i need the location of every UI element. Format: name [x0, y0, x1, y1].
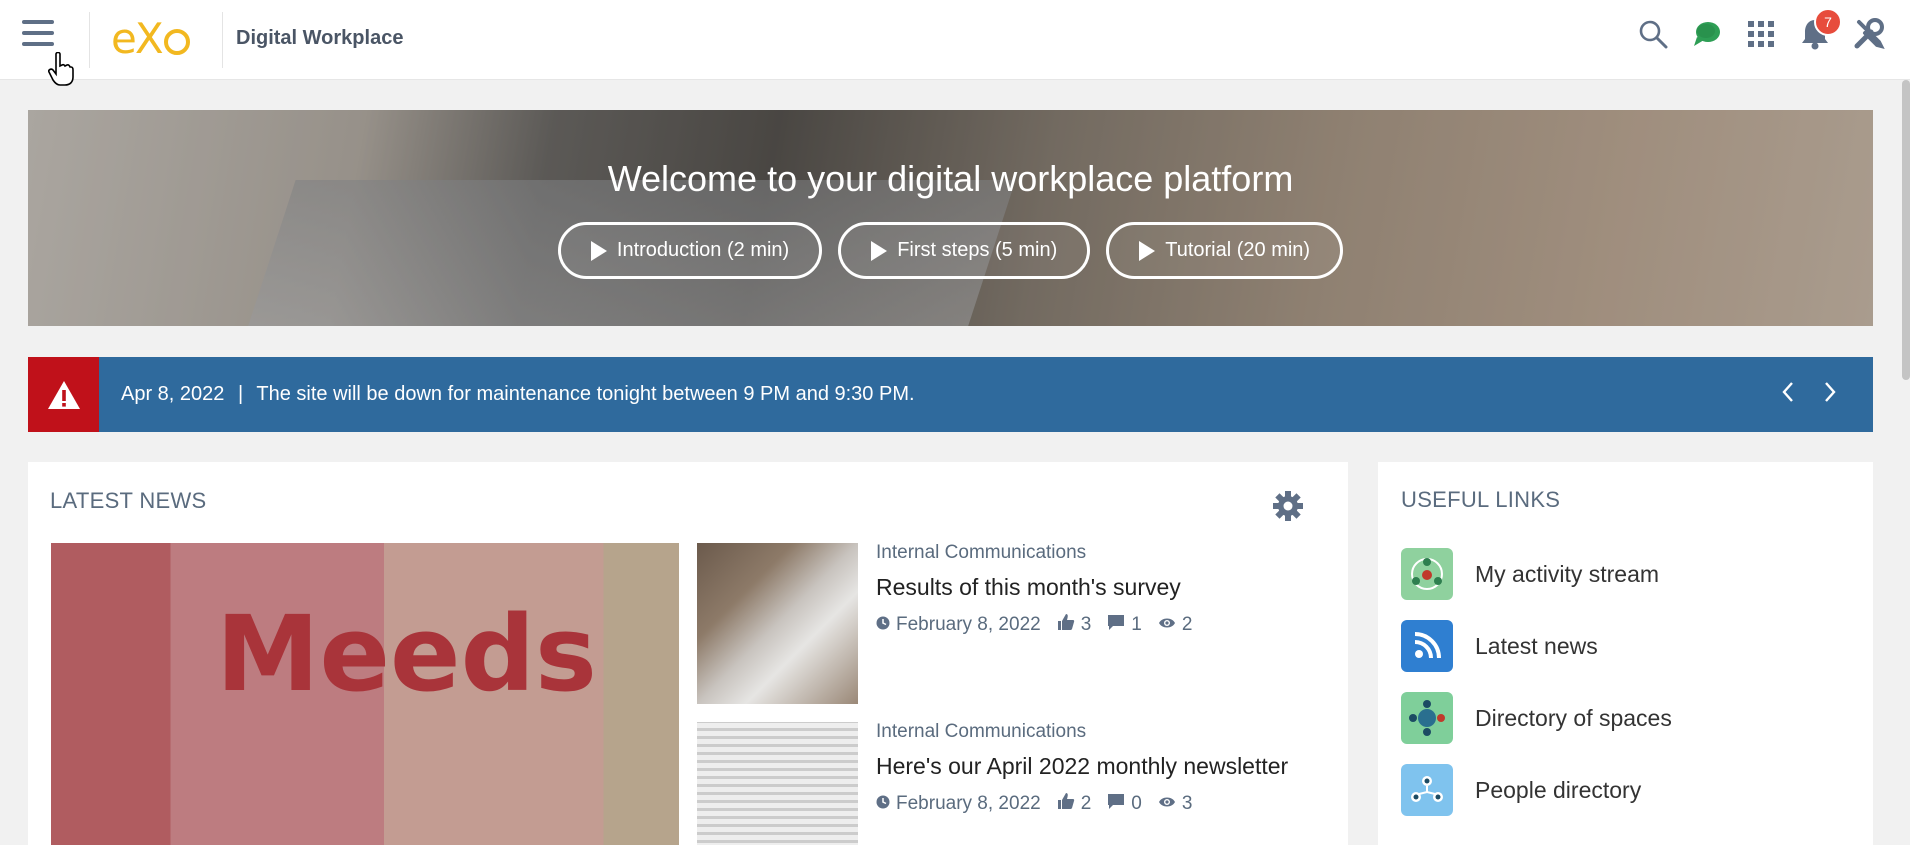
next-announcement-chevron-icon[interactable] [1823, 379, 1837, 410]
featured-image-text: Meeds [216, 593, 597, 715]
search-icon[interactable] [1636, 16, 1670, 52]
rss-icon [1401, 620, 1453, 672]
apps-grid-icon[interactable] [1744, 16, 1778, 52]
company-logo[interactable]: eX [111, 14, 190, 63]
introduction-video-button[interactable]: Introduction (2 min) [557, 222, 823, 279]
useful-links-panel: USEFUL LINKS My activity stream Latest n… [1378, 462, 1873, 845]
link-directory-of-spaces[interactable]: Directory of spaces [1401, 692, 1672, 744]
divider [222, 12, 223, 68]
announcement-text: Apr 8, 2022 | The site will be down for … [121, 383, 915, 405]
link-people-directory[interactable]: People directory [1401, 764, 1641, 816]
news-thumbnail[interactable] [697, 722, 858, 845]
first-steps-video-button[interactable]: First steps (5 min) [838, 222, 1091, 279]
featured-news-image[interactable]: Meeds [51, 543, 679, 845]
hand-cursor-icon [48, 51, 74, 91]
article-meta: February 8, 2022 3 1 2 [876, 613, 1192, 637]
link-my-activity-stream[interactable]: My activity stream [1401, 548, 1659, 600]
activity-stream-icon [1401, 548, 1453, 600]
play-icon [1139, 240, 1156, 261]
app-title: Digital Workplace [236, 27, 404, 49]
article-category[interactable]: Internal Communications [876, 542, 1192, 564]
comment-icon[interactable] [1107, 792, 1125, 816]
spaces-icon [1401, 692, 1453, 744]
announcement-bar: Apr 8, 2022 | The site will be down for … [28, 357, 1873, 432]
useful-links-title: USEFUL LINKS [1401, 487, 1561, 512]
notification-count-badge: 7 [1814, 8, 1842, 36]
article-title[interactable]: Results of this month's survey [876, 574, 1192, 601]
comment-icon[interactable] [1107, 613, 1125, 637]
clock-icon [876, 614, 890, 636]
news-settings-gear-icon[interactable] [1272, 490, 1304, 527]
warning-icon [28, 357, 99, 432]
play-icon [871, 240, 888, 261]
hamburger-menu-button[interactable] [22, 20, 64, 56]
eye-icon [1158, 614, 1176, 636]
welcome-banner: Welcome to your digital workplace platfo… [28, 110, 1873, 326]
notifications-bell-icon[interactable]: 7 [1798, 8, 1842, 52]
thumbs-up-icon[interactable] [1057, 792, 1075, 816]
article-title[interactable]: Here's our April 2022 monthly newsletter [876, 753, 1288, 780]
clock-icon [876, 793, 890, 815]
news-article: Internal Communications Here's our April… [876, 721, 1288, 816]
thumbs-up-icon[interactable] [1057, 613, 1075, 637]
eye-icon [1158, 793, 1176, 815]
latest-news-panel: LATEST NEWS Meeds Internal Communication… [28, 462, 1348, 845]
top-bar: eX Digital Workplace 7 [0, 0, 1910, 86]
chat-icon[interactable] [1690, 16, 1724, 52]
article-meta: February 8, 2022 2 0 3 [876, 792, 1288, 816]
divider [89, 12, 90, 68]
news-thumbnail[interactable] [697, 543, 858, 704]
play-icon [590, 240, 607, 261]
admin-tools-icon[interactable] [1852, 16, 1886, 52]
banner-title: Welcome to your digital workplace platfo… [607, 158, 1294, 199]
latest-news-title: LATEST NEWS [50, 488, 207, 513]
article-category[interactable]: Internal Communications [876, 721, 1288, 743]
top-right-toolbar: 7 [1636, 8, 1886, 52]
page-scrollbar[interactable] [1902, 80, 1910, 380]
people-icon [1401, 764, 1453, 816]
link-latest-news[interactable]: Latest news [1401, 620, 1598, 672]
news-article: Internal Communications Results of this … [876, 542, 1192, 637]
tutorial-video-button[interactable]: Tutorial (20 min) [1106, 222, 1344, 279]
previous-announcement-chevron-icon[interactable] [1781, 379, 1795, 410]
